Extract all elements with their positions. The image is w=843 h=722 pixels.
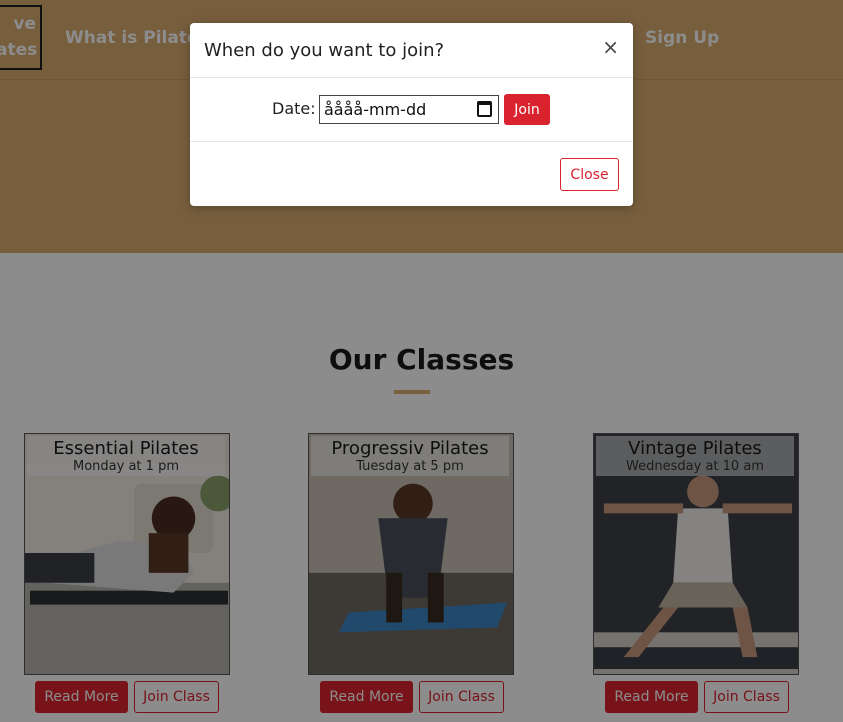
calendar-icon[interactable] [477,101,492,117]
modal-body: Date: åååå-mm-dd Join [190,78,633,142]
close-button[interactable]: Close [560,158,619,191]
join-button[interactable]: Join [504,94,550,125]
date-label: Date: [272,99,316,118]
date-input-value: åååå-mm-dd [324,100,427,119]
modal-title: When do you want to join? [204,40,445,61]
join-modal: When do you want to join? × Date: åååå-m… [190,23,633,206]
date-input[interactable]: åååå-mm-dd [319,95,499,124]
close-icon[interactable]: × [602,37,619,57]
modal-header: When do you want to join? × [190,23,633,78]
